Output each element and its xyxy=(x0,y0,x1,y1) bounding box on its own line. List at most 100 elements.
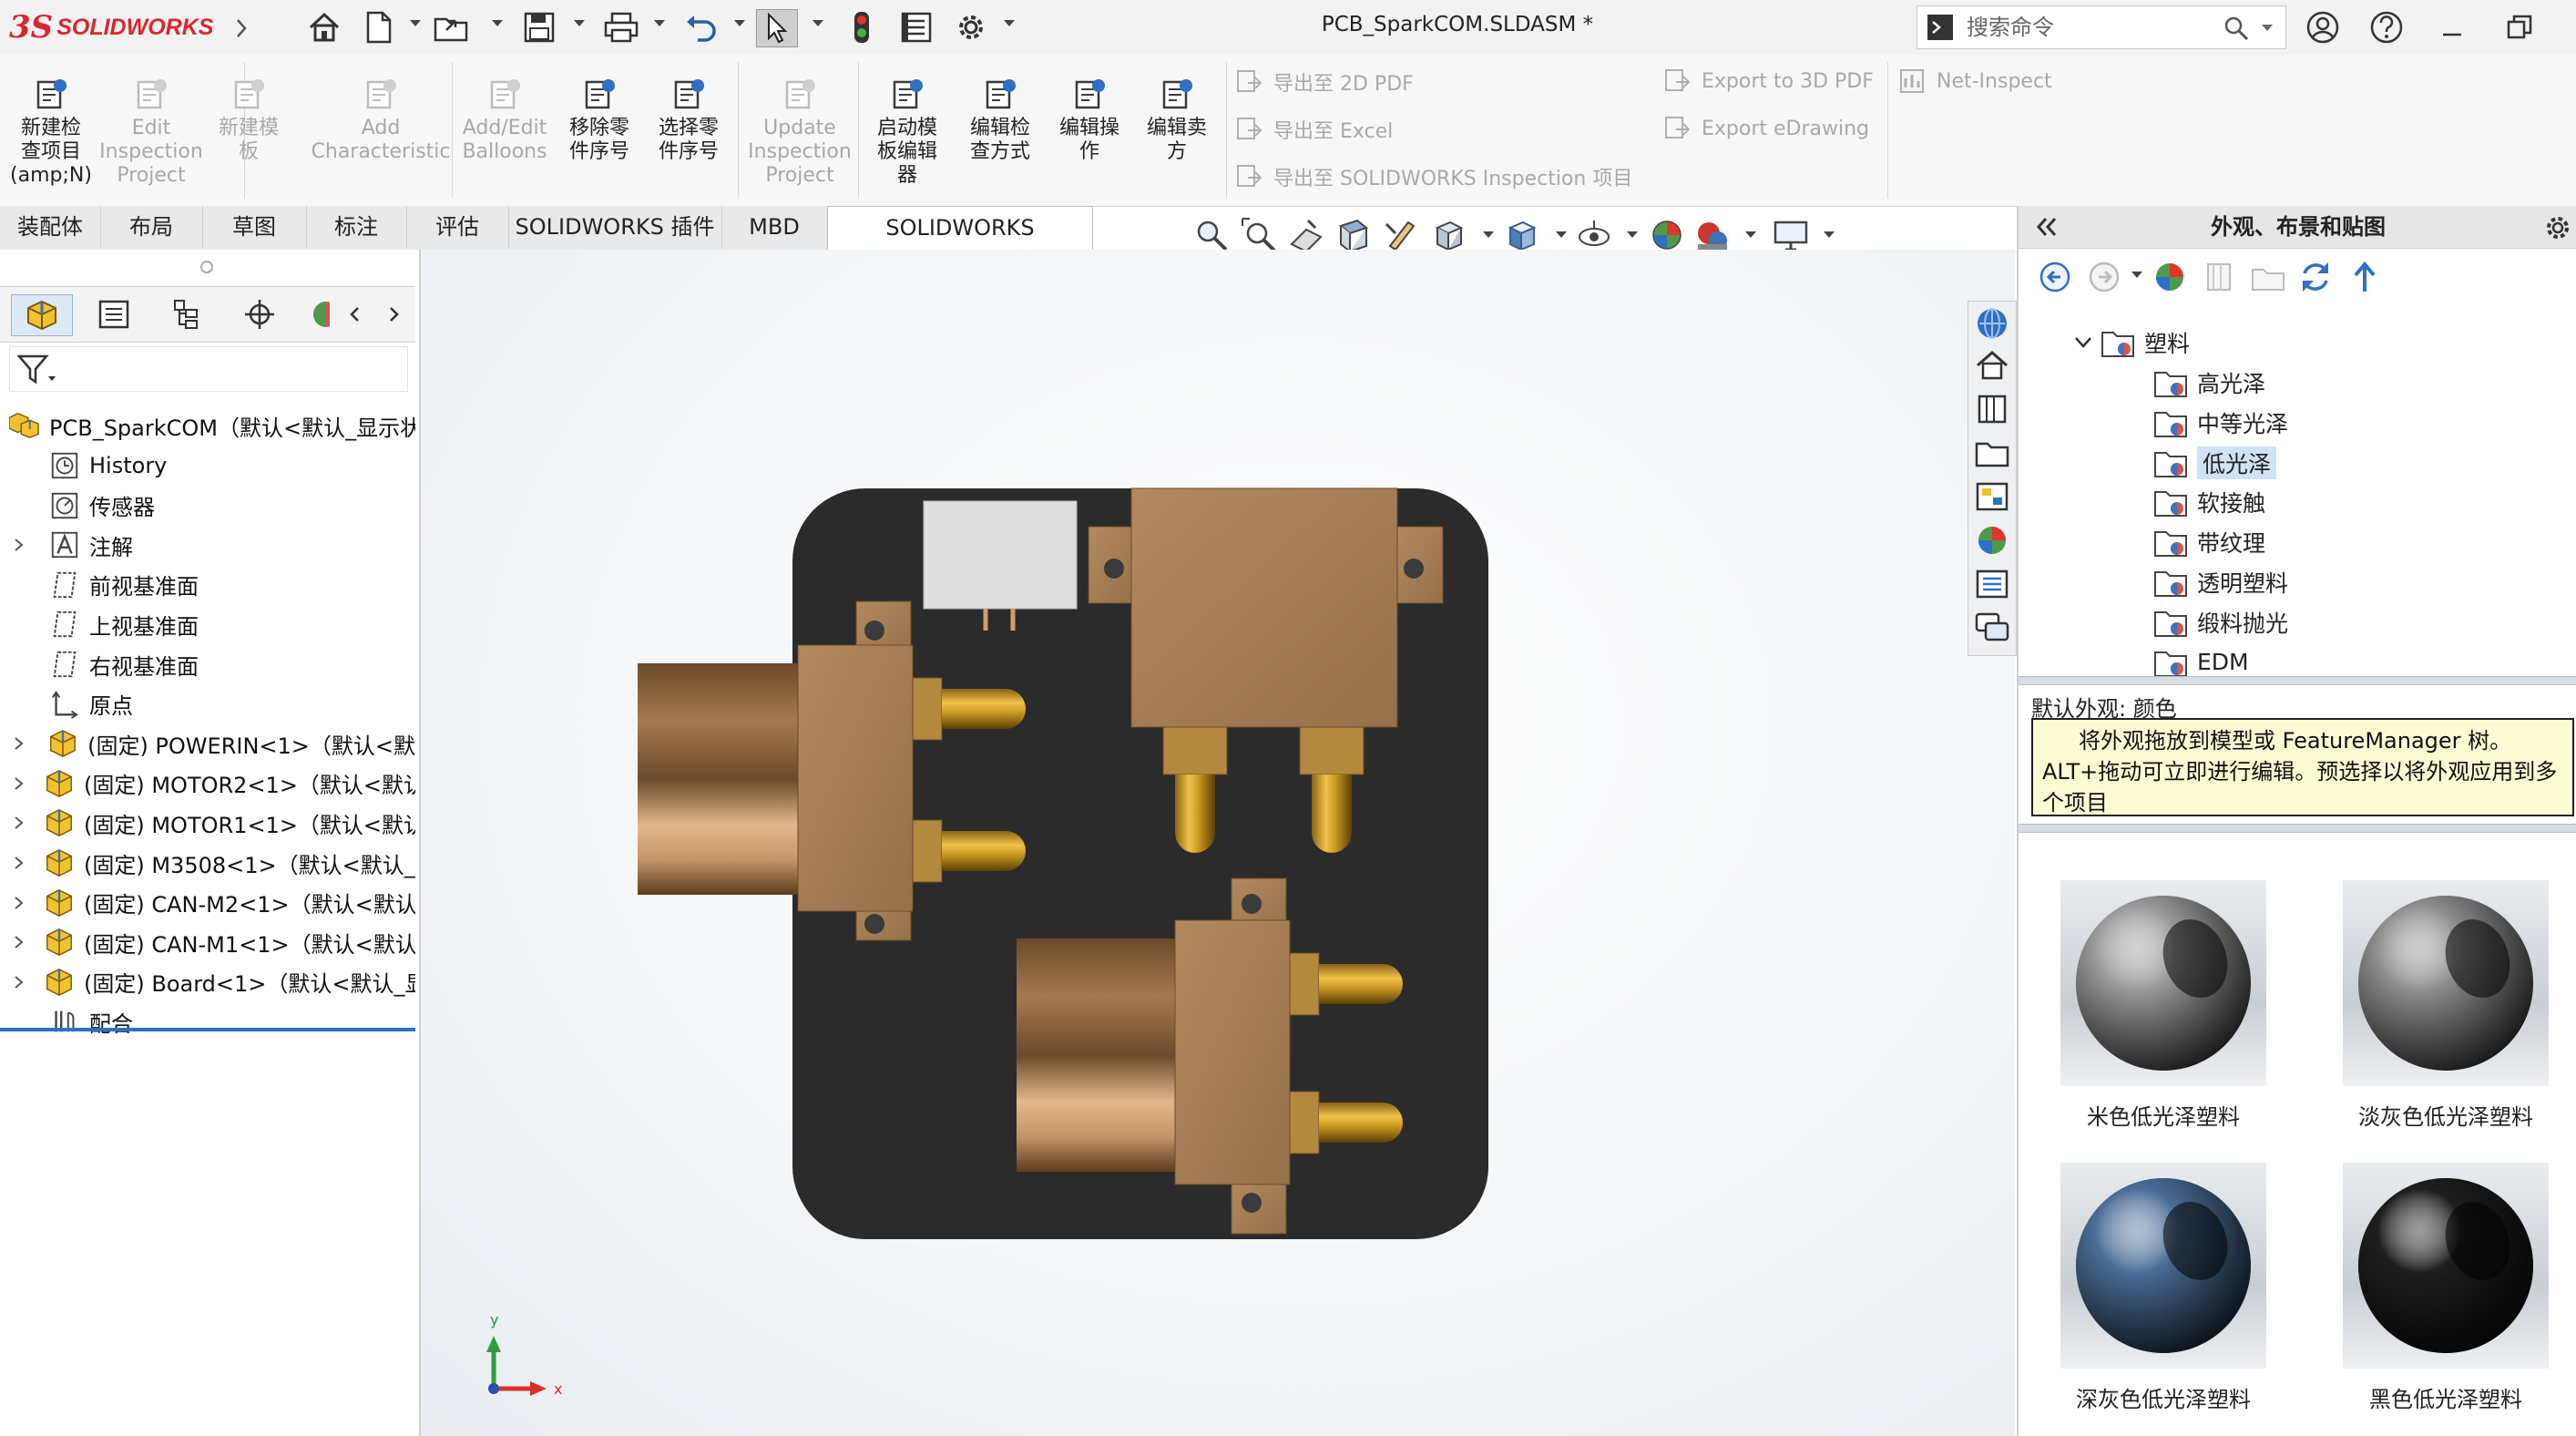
section-view-icon[interactable] xyxy=(1335,217,1372,253)
task-pane-options-gear-icon[interactable] xyxy=(2543,213,2572,242)
rollback-bar[interactable] xyxy=(0,1028,415,1031)
tab-configuration-manager[interactable] xyxy=(157,294,217,334)
tree-item[interactable]: 注解 xyxy=(0,526,415,564)
history-dropdown-chevron-icon[interactable] xyxy=(2131,272,2142,278)
print-dropdown-chevron-icon[interactable] xyxy=(654,20,665,26)
tab-scroll-left-icon[interactable] xyxy=(339,294,372,334)
panel-splitter-handle[interactable] xyxy=(200,261,213,273)
export-inspection-project-button[interactable]: 导出至 SOLIDWORKS Inspection 项目 xyxy=(1235,162,1632,191)
previous-view-icon[interactable] xyxy=(1288,217,1324,253)
tab-sketch[interactable]: 草图 xyxy=(202,206,307,248)
up-one-level-icon[interactable] xyxy=(2346,259,2383,295)
help-icon[interactable] xyxy=(2366,9,2407,46)
save-dropdown-chevron-icon[interactable] xyxy=(574,20,585,26)
tab-markup[interactable]: 标注 xyxy=(306,206,407,248)
zoom-to-fit-icon[interactable] xyxy=(1193,217,1230,253)
folder-plastic[interactable]: 塑料 xyxy=(2071,323,2563,363)
expand-chevron-icon[interactable] xyxy=(13,855,26,871)
pcb-model[interactable]: y x xyxy=(421,250,2015,1436)
solidworks-logo[interactable]: 3S SOLIDWORKS xyxy=(9,9,213,46)
home-icon[interactable] xyxy=(304,9,344,46)
edit-operations-button[interactable]: 编辑操 作 xyxy=(1046,77,1133,164)
tree-item[interactable]: (固定) POWERIN<1>（默认<默 xyxy=(0,724,415,763)
back-arrow-icon[interactable] xyxy=(2037,259,2073,295)
tab-evaluate[interactable]: 评估 xyxy=(406,206,509,248)
tree-root-assembly[interactable]: PCB_SparkCOM（默认<默认_显示状 xyxy=(0,406,415,445)
print-icon[interactable] xyxy=(601,9,641,46)
solidworks-resources-icon[interactable] xyxy=(1974,305,2010,342)
tab-assembly[interactable]: 装配体 xyxy=(0,206,101,248)
edit-vendors-button[interactable]: 编辑卖 方 xyxy=(1133,77,1221,164)
search-input[interactable] xyxy=(1965,12,2223,43)
design-library-home-icon[interactable] xyxy=(1974,347,2010,384)
restore-window-icon[interactable] xyxy=(2499,9,2540,46)
refresh-icon[interactable] xyxy=(2297,259,2334,295)
select-dropdown-chevron-icon[interactable] xyxy=(813,20,823,26)
appearance-swatch[interactable] xyxy=(2060,880,2266,1086)
search-icon[interactable] xyxy=(2223,15,2249,41)
new-dropdown-chevron-icon[interactable] xyxy=(410,20,421,26)
file-properties-icon[interactable] xyxy=(896,9,936,46)
tree-item[interactable]: 前视基准面 xyxy=(0,566,415,604)
display-style-icon[interactable] xyxy=(1503,217,1539,253)
select-pointer-icon[interactable] xyxy=(756,9,798,47)
add-edit-balloons-button[interactable]: Add/Edit Balloons xyxy=(459,77,550,164)
add-to-library-icon[interactable] xyxy=(2201,259,2237,295)
expand-chevron-icon[interactable] xyxy=(13,775,26,792)
tab-display-manager[interactable] xyxy=(302,294,335,334)
edit-inspection-method-button[interactable]: 编辑检 查方式 xyxy=(956,77,1044,164)
minimize-window-icon[interactable] xyxy=(2432,9,2472,46)
display-style-chevron-icon[interactable] xyxy=(1556,231,1567,238)
menu-expand-arrow-icon[interactable] xyxy=(235,18,248,38)
tree-item[interactable]: (固定) CAN-M1<1>（默认<默认 xyxy=(0,923,415,961)
tree-item[interactable]: (固定) Board<1>（默认<默认_显 xyxy=(0,963,415,1001)
remove-balloons-button[interactable]: 移除零 件序号 xyxy=(554,77,645,164)
forward-arrow-icon[interactable] xyxy=(2086,259,2122,295)
appearance-swatch[interactable] xyxy=(2343,880,2549,1086)
options-dropdown-chevron-icon[interactable] xyxy=(1004,20,1015,26)
tree-item[interactable]: (固定) MOTOR2<1>（默认<默认 xyxy=(0,764,415,803)
dynamic-annotation-icon[interactable] xyxy=(1383,217,1419,253)
expand-chevron-icon[interactable] xyxy=(13,537,31,553)
tab-mbd[interactable]: MBD xyxy=(721,206,828,248)
undo-icon[interactable] xyxy=(681,9,721,46)
update-inspection-project-button[interactable]: Update Inspection Project xyxy=(743,77,856,188)
export-edrawing-button[interactable]: Export eDrawing xyxy=(1663,115,1869,142)
collapse-chevron-icon[interactable] xyxy=(2071,331,2095,354)
tree-item[interactable]: (固定) M3508<1>（默认<默认_显 xyxy=(0,844,415,882)
appearance-swatch[interactable] xyxy=(2343,1163,2549,1369)
hide-show-items-icon[interactable] xyxy=(1576,217,1612,253)
tree-item[interactable]: 传感器 xyxy=(0,487,415,525)
edit-inspection-project-button[interactable]: Edit Inspection Project xyxy=(98,77,204,188)
export-3d-pdf-button[interactable]: Export to 3D PDF xyxy=(1663,67,1874,95)
pane-splitter[interactable] xyxy=(2019,676,2576,685)
solidworks-forum-icon[interactable] xyxy=(1974,610,2010,646)
tree-item[interactable]: History xyxy=(0,446,415,485)
zoom-to-area-icon[interactable] xyxy=(1241,217,1277,253)
add-characteristic-button[interactable]: Add Characteristic xyxy=(308,77,454,164)
select-balloons-button[interactable]: 选择零 件序号 xyxy=(643,77,734,164)
apply-scene-icon[interactable] xyxy=(1694,217,1731,253)
open-dropdown-chevron-icon[interactable] xyxy=(492,20,503,26)
pane-splitter[interactable] xyxy=(2019,824,2576,833)
tree-item[interactable]: 原点 xyxy=(0,685,415,723)
undo-dropdown-chevron-icon[interactable] xyxy=(734,20,745,26)
appearance-folder-item[interactable]: 低光泽 xyxy=(2153,443,2563,483)
open-folder-icon[interactable] xyxy=(432,9,472,46)
view-settings-chevron-icon[interactable] xyxy=(1824,231,1835,238)
tab-dimxpert-manager[interactable] xyxy=(230,294,290,334)
tab-scroll-right-icon[interactable] xyxy=(377,294,410,334)
new-document-icon[interactable] xyxy=(359,9,399,46)
tab-solidworks-addins[interactable]: SOLIDWORKS 插件 xyxy=(508,206,722,248)
rebuild-traffic-light-icon[interactable] xyxy=(842,9,882,46)
pin-header[interactable] xyxy=(923,500,1078,610)
tree-item[interactable]: 右视基准面 xyxy=(0,645,415,683)
file-explorer-folder-icon[interactable] xyxy=(1974,435,2010,471)
appearance-folder-item[interactable]: 中等光泽 xyxy=(2153,403,2563,443)
appearance-folder-item[interactable]: 带纹理 xyxy=(2153,522,2563,562)
tree-item[interactable]: 配合 xyxy=(0,1002,415,1041)
add-folder-icon[interactable] xyxy=(2250,259,2286,295)
tree-filter-box[interactable] xyxy=(9,346,408,392)
appearance-folder-item[interactable]: 透明塑料 xyxy=(2153,562,2563,602)
view-palette-icon[interactable] xyxy=(1974,478,2010,515)
